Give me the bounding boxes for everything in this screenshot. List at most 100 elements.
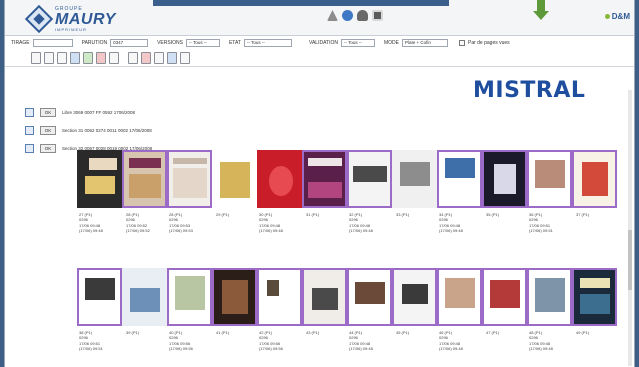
parution-select[interactable]: 0347 [110, 38, 149, 47]
page-spread[interactable]: 40 (P1) 0296 17/06 09:56 (17/06) 09:56 41 (… [167, 268, 257, 366]
spread-view-checkbox[interactable] [458, 39, 465, 46]
page-spread[interactable]: 30 (P1) 0296 17/06 09:48 (17/06) 09:48 31 (… [257, 150, 347, 248]
page-thumbnail[interactable] [347, 150, 392, 208]
flag-icon[interactable] [141, 51, 151, 64]
page-number: 33 (P1) [396, 212, 410, 217]
page-thumbnail[interactable] [527, 268, 572, 326]
page-thumbnail[interactable] [302, 268, 347, 326]
page-date-alt: (17/06) 09:48 [349, 228, 373, 234]
page-thumbnail[interactable] [167, 150, 212, 208]
page-spread[interactable]: 32 (P1) 0296 17/06 09:48 (17/06) 09:48 33 (… [347, 150, 437, 248]
filter-label-parution: PARUTION [81, 39, 108, 46]
page-thumbnail[interactable] [482, 150, 527, 208]
triangle-icon[interactable] [327, 10, 338, 21]
folder-icon [25, 107, 34, 117]
page-thumbnail[interactable] [212, 150, 257, 208]
export-icon[interactable] [180, 51, 190, 64]
drop-icon[interactable] [342, 10, 353, 21]
page-thumbnail[interactable] [257, 150, 302, 208]
spread-meta: 32 (P1) 0296 17/06 09:48 (17/06) 09:48 33 (… [349, 212, 443, 234]
page-date-alt: (17/06) 09:48 [79, 228, 103, 234]
page-thumbnail[interactable] [212, 268, 257, 326]
page-thumbnail[interactable] [437, 268, 482, 326]
logo-sub-text: IMPRIMEUR [55, 26, 87, 32]
page-thumbnail[interactable] [347, 268, 392, 326]
tirage-select[interactable] [32, 38, 73, 47]
workspace-row[interactable]: OK Libre 3069 0007 FF 0592 1706/2008 [25, 105, 152, 119]
page-thumbnail[interactable] [527, 150, 572, 208]
page-number: 31 (P1) [306, 212, 320, 217]
page-spread[interactable]: 42 (P1) 0296 17/06 09:56 (17/06) 09:56 43 (… [257, 268, 347, 366]
spread-meta: 44 (P1) 0296 17/06 09:48 (17/06) 09:48 45 (… [349, 330, 443, 352]
spread-meta: 28 (P1) 0296 17/06 09:53 (17/06) 09:53 29 (… [169, 212, 263, 234]
zoom-icon[interactable] [128, 51, 138, 64]
copy-icon[interactable] [44, 51, 54, 64]
page-date-alt: (17/06) 09:51 [529, 228, 553, 234]
list-icon[interactable] [83, 51, 93, 64]
page-spread[interactable]: 28 (P1) 0296 17/06 09:53 (17/06) 09:53 29 (… [167, 150, 257, 248]
page-number: 29 (P1) [216, 212, 230, 217]
filter-label-etat: ETAT [228, 39, 241, 46]
spread-grid-row-2: 38 (P1) 0296 17/06 09:51 (17/06) 09:51 39 (… [77, 268, 617, 366]
page-number: 37 (P1) [576, 212, 590, 217]
workspace-row[interactable]: OK Section 31 0062 0274 0011 0002 17/06/… [25, 123, 152, 137]
ok-button[interactable]: OK [40, 143, 56, 153]
page-thumbnail[interactable] [77, 150, 122, 208]
page-spread[interactable]: 44 (P1) 0296 17/06 09:48 (17/06) 09:48 45 (… [347, 268, 437, 366]
spread-view-label: Par de pages vues [467, 39, 510, 46]
grid-icon[interactable] [372, 10, 383, 21]
ok-button[interactable]: OK [40, 125, 56, 135]
etat-select[interactable]: -- Tous -- [243, 38, 292, 47]
ok-button[interactable]: OK [40, 107, 56, 117]
versions-select[interactable]: -- Tous -- [185, 38, 220, 47]
header-accent [153, 0, 449, 6]
page-thumbnail[interactable] [302, 150, 347, 208]
dm-software-logo: D&M [604, 12, 630, 21]
page-thumbnail[interactable] [572, 150, 617, 208]
delete-icon[interactable] [96, 51, 106, 64]
page-spread[interactable]: 38 (P1) 0296 17/06 09:51 (17/06) 09:51 39 (… [77, 268, 167, 366]
new-document-icon[interactable] [31, 51, 41, 64]
filter-label-validation: VALIDATION [308, 39, 338, 46]
page-thumbnail[interactable] [482, 268, 527, 326]
page-thumbnail[interactable] [77, 268, 122, 326]
upload-icon[interactable] [70, 51, 80, 64]
page-thumbnail[interactable] [257, 268, 302, 326]
page-thumbnail[interactable] [122, 150, 167, 208]
spread-meta: 40 (P1) 0296 17/06 09:56 (17/06) 09:56 41 (… [169, 330, 263, 352]
lock-icon[interactable] [109, 51, 119, 64]
paste-icon[interactable] [57, 51, 67, 64]
view-icon[interactable] [167, 51, 177, 64]
logo-name: MAURY [55, 10, 116, 28]
page-spread[interactable]: 27 (P1) 0296 17/06 09:48 (17/06) 09:48 28 (… [77, 150, 167, 248]
header-bar: GROUPE MAURY IMPRIMEUR D&M [5, 0, 634, 36]
print-icon[interactable] [154, 51, 164, 64]
globe-icon[interactable] [357, 10, 368, 21]
page-thumbnail[interactable] [392, 268, 437, 326]
page-spread[interactable]: 48 (P1) 0296 17/06 09:48 (17/06) 09:48 49 (… [527, 268, 617, 366]
down-arrow-icon [533, 0, 549, 20]
mistral-logo: MISTRAL [473, 78, 585, 103]
page-spread[interactable]: 34 (P1) 0296 17/06 09:48 (17/06) 09:48 35 (… [437, 150, 527, 248]
vertical-scrollbar[interactable] [628, 90, 632, 366]
page-thumbnail[interactable] [167, 268, 212, 326]
page-thumbnail[interactable] [572, 268, 617, 326]
spread-meta: 34 (P1) 0296 17/06 09:48 (17/06) 09:48 35 (… [439, 212, 533, 234]
page-date-alt: (17/06) 09:48 [529, 346, 553, 352]
page-thumbnail[interactable] [437, 150, 482, 208]
scrollbar-thumb[interactable] [628, 230, 632, 290]
page-date-alt: (17/06) 09:48 [349, 346, 373, 352]
page-date-alt: (17/06) 09:48 [259, 228, 283, 234]
spread-meta: 27 (P1) 0296 17/06 09:48 (17/06) 09:48 28 (… [79, 212, 173, 234]
spread-meta: 48 (P1) 0296 17/06 09:48 (17/06) 09:48 49 (… [529, 330, 623, 352]
validation-select[interactable]: -- Tous -- [340, 38, 375, 47]
maury-logo-text: GROUPE MAURY IMPRIMEUR [55, 6, 116, 32]
page-spread[interactable]: 46 (P1) 0296 17/06 09:48 (17/06) 09:48 47 (… [437, 268, 527, 366]
filter-label-mode: MODE [383, 39, 399, 46]
dm-logo-dot [604, 14, 610, 19]
mode-select[interactable]: Plate + Cofin [401, 38, 448, 47]
page-spread[interactable]: 36 (P1) 0296 17/06 09:51 (17/06) 09:51 37 (… [527, 150, 617, 248]
page-thumbnail[interactable] [122, 268, 167, 326]
page-thumbnail[interactable] [392, 150, 437, 208]
spread-meta: 36 (P1) 0296 17/06 09:51 (17/06) 09:51 37 (… [529, 212, 623, 234]
